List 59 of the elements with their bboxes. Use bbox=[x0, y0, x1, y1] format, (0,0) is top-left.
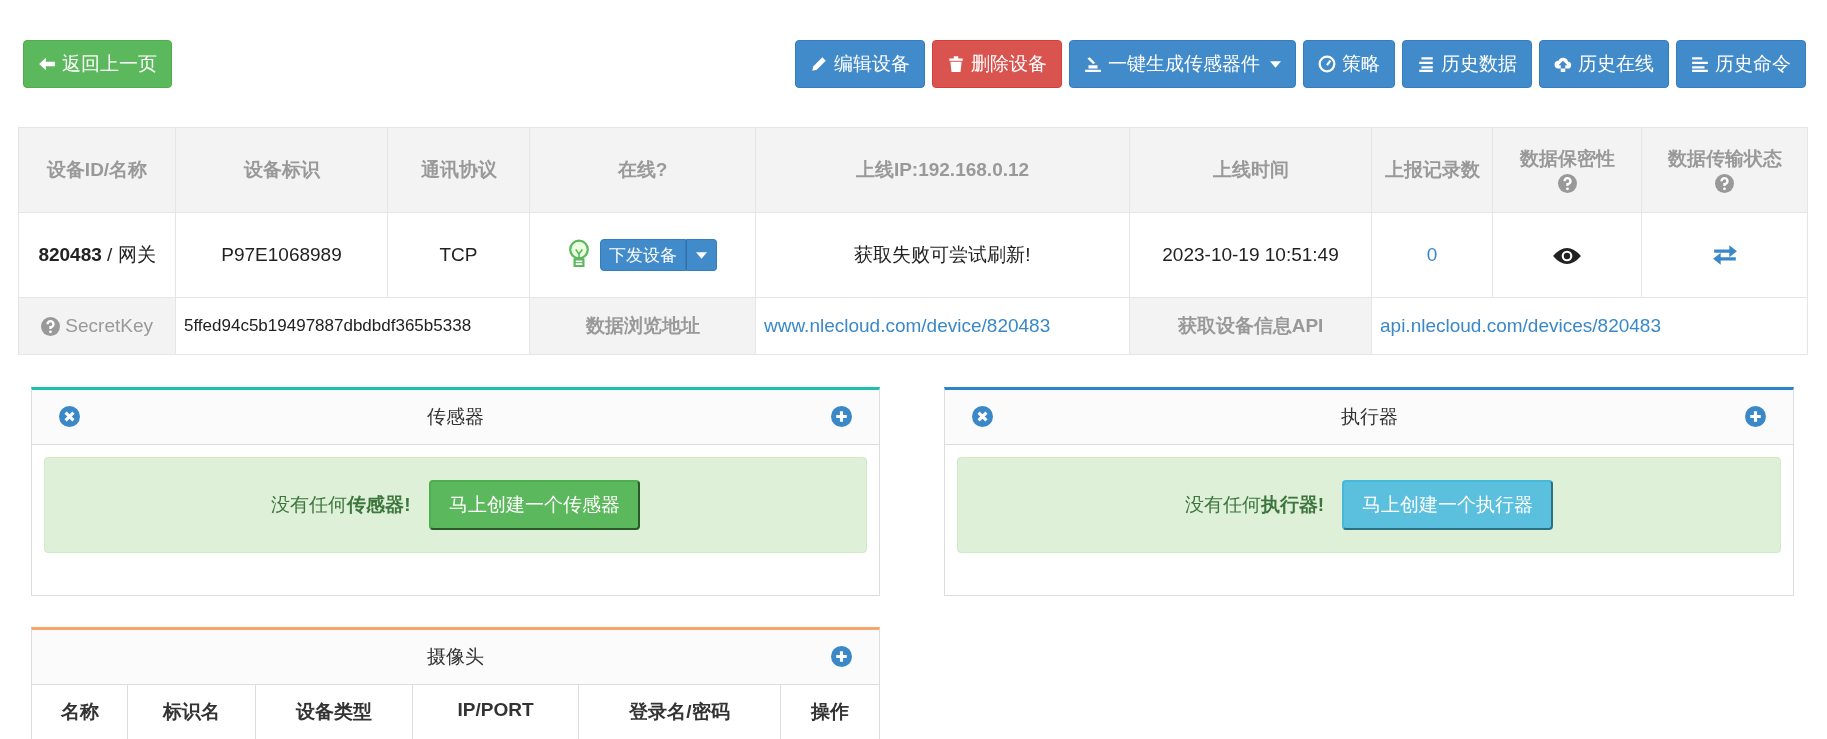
strategy-button[interactable]: 策略 bbox=[1303, 40, 1395, 88]
column-header: 登录名/密码 bbox=[579, 685, 781, 739]
table-cell: 2023-10-19 10:51:49 bbox=[1129, 212, 1372, 298]
history-online-button[interactable]: 历史在线 bbox=[1539, 40, 1669, 88]
column-header: 设备类型 bbox=[256, 685, 413, 739]
column-header-text: 上线IP:192.168.0.12 bbox=[855, 159, 1030, 180]
transfer-arrows-icon bbox=[1711, 244, 1738, 267]
record-count-link[interactable]: 0 bbox=[1426, 244, 1438, 265]
table-cell: P97E1068989 bbox=[175, 212, 388, 298]
send-command-button[interactable]: 下发设备 bbox=[600, 239, 686, 271]
column-header-text: 设备标识 bbox=[243, 159, 320, 180]
pencil-icon bbox=[810, 55, 828, 73]
edit-button[interactable]: 编辑设备 bbox=[795, 40, 925, 88]
column-header: 标识名 bbox=[128, 685, 256, 739]
history-command-button[interactable]: 历史命令 bbox=[1676, 40, 1806, 88]
history-data-button[interactable]: 历史数据 bbox=[1402, 40, 1532, 88]
column-header-text: 数据保密性 bbox=[1519, 148, 1615, 169]
column-header: IP/PORT bbox=[413, 685, 579, 739]
list-icon bbox=[1417, 55, 1435, 73]
gauge-icon bbox=[1318, 55, 1336, 73]
caret-icon bbox=[696, 251, 707, 259]
help-icon bbox=[41, 317, 61, 337]
create-button[interactable]: 马上创建一个执行器 bbox=[1342, 480, 1554, 530]
dropdown-toggle[interactable] bbox=[686, 239, 717, 271]
column-header-text: 设备ID/名称 bbox=[46, 159, 148, 180]
back-button[interactable]: 返回上一页 bbox=[23, 40, 172, 88]
align-left-icon bbox=[1691, 55, 1709, 73]
column-header: 操作 bbox=[809, 700, 850, 724]
add-icon[interactable] bbox=[831, 646, 852, 667]
secretkey-label: SecretKey bbox=[65, 315, 153, 336]
column-header-text: 上线时间 bbox=[1212, 159, 1289, 180]
column-header-text: 上报记录数 bbox=[1384, 159, 1480, 180]
panel-title: 摄像头 bbox=[427, 645, 484, 669]
empty-message: 没有任何传感器! bbox=[271, 493, 411, 517]
trash-icon bbox=[947, 55, 965, 73]
add-icon[interactable] bbox=[831, 406, 852, 427]
delete-button[interactable]: 删除设备 bbox=[932, 40, 1062, 88]
column-header-text: 通讯协议 bbox=[420, 159, 497, 180]
add-icon[interactable] bbox=[1745, 406, 1766, 427]
table-cell: 数据浏览地址 bbox=[529, 297, 756, 355]
table-cell: TCP bbox=[387, 212, 530, 298]
cloud-upload-icon bbox=[1554, 55, 1572, 73]
generate-button[interactable]: 一键生成传感器件 bbox=[1069, 40, 1296, 88]
table-cell: 820483 / 网关 bbox=[18, 212, 176, 298]
panel-title: 传感器 bbox=[427, 405, 484, 429]
create-button[interactable]: 马上创建一个传感器 bbox=[428, 480, 640, 530]
column-header: 名称 bbox=[32, 685, 128, 739]
column-header-text: 数据传输状态 bbox=[1667, 148, 1782, 169]
column-header-text: 在线? bbox=[617, 159, 668, 180]
empty-message: 没有任何执行器! bbox=[1184, 493, 1325, 517]
table-cell: 5ffed94c5b19497887dbdbdf365b5338 bbox=[175, 297, 530, 355]
table-cell: 获取失败可尝试刷新! bbox=[755, 212, 1130, 298]
close-icon[interactable] bbox=[59, 406, 80, 427]
close-icon[interactable] bbox=[972, 406, 993, 427]
arrow-left-icon bbox=[38, 55, 56, 73]
eye-icon bbox=[1552, 246, 1582, 266]
caret-icon bbox=[1270, 60, 1281, 68]
table-cell: 获取设备信息API bbox=[1129, 297, 1372, 355]
panel-title: 执行器 bbox=[1340, 405, 1398, 429]
